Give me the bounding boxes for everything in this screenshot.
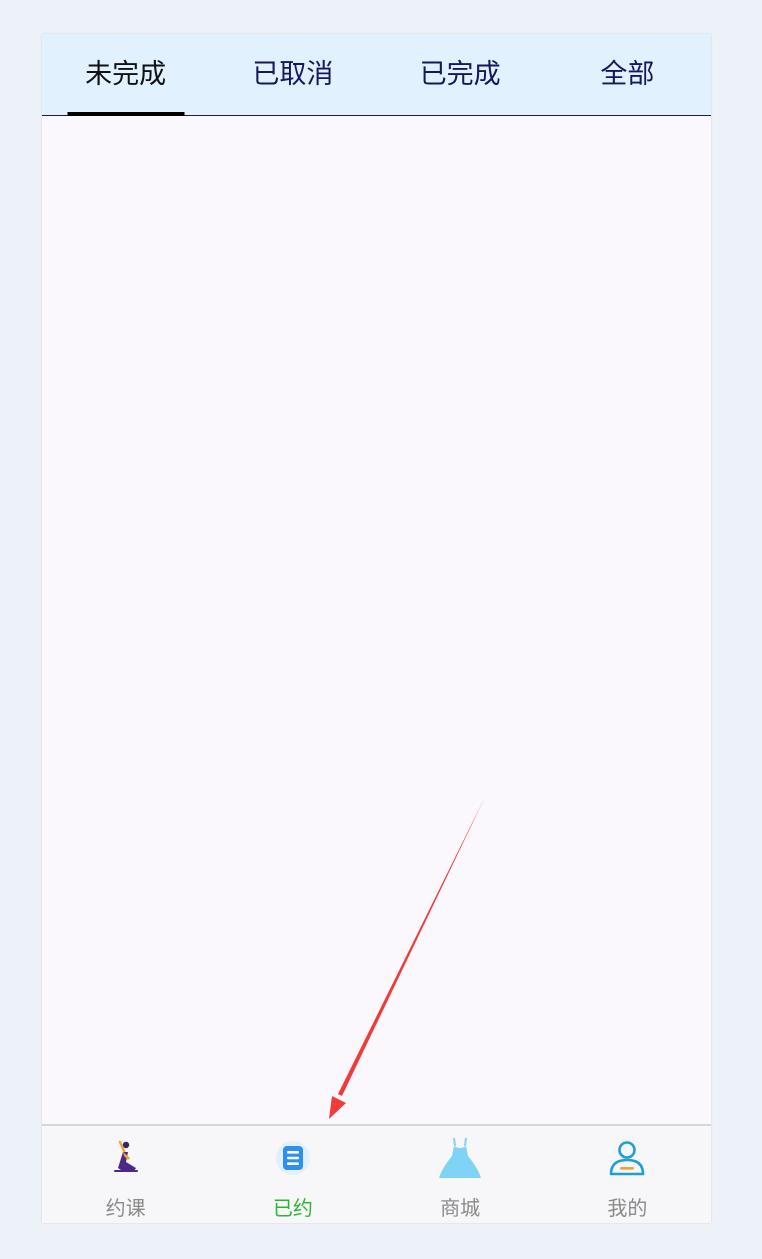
- nav-label: 约课: [105, 1196, 146, 1220]
- tab-label: 全部: [600, 59, 655, 90]
- phone-screen: 未完成 已取消 已完成 全部 约课 已约 商城 我的: [42, 34, 711, 1223]
- tab-incomplete[interactable]: 未完成: [42, 34, 209, 116]
- nav-item-book-class[interactable]: 约课: [42, 1126, 209, 1223]
- order-status-tabbar: 未完成 已取消 已完成 全部: [42, 34, 711, 116]
- tab-label: 已完成: [419, 59, 501, 90]
- tab-cancelled[interactable]: 已取消: [209, 34, 376, 115]
- nav-label: 已约: [272, 1196, 313, 1220]
- tab-label: 已取消: [252, 59, 334, 90]
- nav-label: 我的: [607, 1196, 648, 1220]
- dress-icon: [438, 1136, 482, 1180]
- nav-item-mine[interactable]: 我的: [544, 1126, 711, 1223]
- order-list-empty: [42, 116, 711, 1124]
- tab-all[interactable]: 全部: [544, 34, 711, 115]
- nav-label: 商城: [440, 1196, 481, 1220]
- nav-item-booked[interactable]: 已约: [209, 1126, 376, 1223]
- tab-label: 未完成: [85, 59, 167, 90]
- bottom-navigation: 约课 已约 商城 我的: [42, 1124, 711, 1223]
- booked-list-icon: [271, 1136, 315, 1180]
- user-profile-icon: [605, 1136, 649, 1180]
- yoga-pose-icon: [104, 1136, 148, 1180]
- nav-item-mall[interactable]: 商城: [377, 1126, 544, 1223]
- tab-completed[interactable]: 已完成: [377, 34, 544, 115]
